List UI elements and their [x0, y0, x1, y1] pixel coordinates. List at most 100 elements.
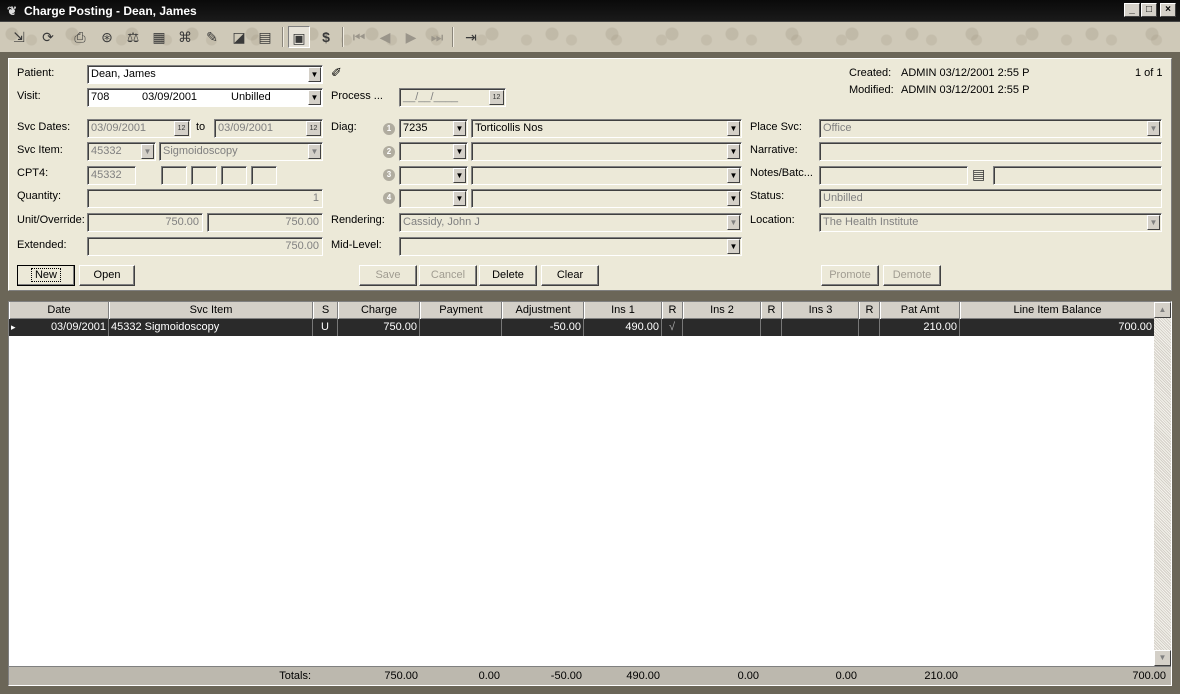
process-date-field[interactable]: __/__/____ 12	[399, 88, 506, 107]
row-ins3	[782, 319, 859, 336]
diag-1-desc-select[interactable]: Torticollis Nos ▼	[471, 119, 742, 138]
clear-button[interactable]: Clear	[541, 265, 599, 286]
print-icon[interactable]: ⎙	[69, 26, 91, 48]
cpt4-modifier-4[interactable]	[251, 166, 277, 185]
promote-button[interactable]: Promote	[821, 265, 879, 286]
quantity-field[interactable]: 1	[87, 189, 323, 208]
unit-price-field[interactable]: 750.00	[87, 213, 203, 232]
column-header-r3[interactable]: R	[859, 302, 880, 319]
chevron-down-icon[interactable]: ▼	[453, 191, 466, 206]
diag-4-code-select[interactable]: ▼	[399, 189, 468, 208]
chevron-down-icon[interactable]: ▼	[727, 144, 740, 159]
cpt4-modifier-2[interactable]	[191, 166, 217, 185]
edit-patient-icon[interactable]: ✐	[331, 65, 342, 81]
cpt4-field[interactable]: 45332	[87, 166, 136, 185]
svc-date-from-field[interactable]: 03/09/2001 12	[87, 119, 191, 138]
calendar-icon[interactable]: 12	[174, 121, 189, 136]
rendering-select[interactable]: Cassidy, John J ▼	[399, 213, 742, 232]
insurance-icon[interactable]: ⌘	[174, 26, 196, 48]
chevron-down-icon[interactable]: ▼	[727, 168, 740, 183]
svc-item-code-select[interactable]: 45332 ▼	[87, 142, 156, 161]
scroll-up-icon[interactable]: ▲	[1154, 302, 1171, 318]
table-row[interactable]: ▸ 03/09/2001 45332 Sigmoidoscopy U 750.0…	[9, 319, 1155, 336]
chevron-down-icon[interactable]: ▼	[308, 90, 321, 105]
next-record-icon[interactable]: ▶	[400, 26, 422, 48]
column-header-r1[interactable]: R	[662, 302, 683, 319]
exit-icon[interactable]: ⇥	[460, 26, 482, 48]
demote-button[interactable]: Demote	[883, 265, 941, 286]
save-button[interactable]: Save	[359, 265, 417, 286]
column-header-r2[interactable]: R	[761, 302, 782, 319]
report-icon[interactable]: ▤	[254, 26, 276, 48]
chevron-down-icon[interactable]: ▼	[727, 191, 740, 206]
column-header-s[interactable]: S	[313, 302, 338, 319]
midlevel-select[interactable]: ▼	[399, 237, 742, 256]
close-button[interactable]: ×	[1160, 3, 1176, 17]
new-button[interactable]: New	[17, 265, 75, 286]
location-select[interactable]: The Health Institute ▼	[819, 213, 1162, 232]
diag-4-desc-select[interactable]: ▼	[471, 189, 742, 208]
diag-1-code-select[interactable]: 7235 ▼	[399, 119, 468, 138]
balance-scale-icon[interactable]: ⚖	[122, 26, 144, 48]
visit-select[interactable]: 708 03/09/2001 Unbilled ▼	[87, 88, 323, 107]
calendar-icon[interactable]: 12	[489, 90, 504, 105]
narrative-field[interactable]	[819, 142, 1162, 161]
chevron-down-icon[interactable]: ▼	[308, 144, 321, 159]
eraser-icon[interactable]: ◪	[228, 26, 250, 48]
chevron-down-icon[interactable]: ▼	[141, 144, 154, 159]
column-header-svc-item[interactable]: Svc Item	[109, 302, 313, 319]
hospital-icon[interactable]: ▦	[148, 26, 170, 48]
place-svc-select[interactable]: Office ▼	[819, 119, 1162, 138]
previous-record-icon[interactable]: ◀	[374, 26, 396, 48]
first-record-icon[interactable]: ⏮	[348, 26, 370, 48]
chevron-down-icon[interactable]: ▼	[1147, 121, 1160, 136]
open-button[interactable]: Open	[79, 265, 135, 286]
svc-item-desc-select[interactable]: Sigmoidoscopy ▼	[159, 142, 323, 161]
svc-date-to-value: 03/09/2001	[218, 122, 274, 134]
calendar-icon[interactable]: 12	[306, 121, 321, 136]
cpt4-modifier-3[interactable]	[221, 166, 247, 185]
chevron-down-icon[interactable]: ▼	[1147, 215, 1160, 230]
chevron-down-icon[interactable]: ▼	[727, 215, 740, 230]
vertical-scrollbar[interactable]: ▲ ▼	[1154, 302, 1171, 666]
diag-3-desc-select[interactable]: ▼	[471, 166, 742, 185]
column-header-line-item-balance[interactable]: Line Item Balance	[960, 302, 1155, 319]
patient-select[interactable]: Dean, James ▼	[87, 65, 323, 84]
column-header-payment[interactable]: Payment	[420, 302, 502, 319]
cpt4-modifier-1[interactable]	[161, 166, 187, 185]
chevron-down-icon[interactable]: ▼	[727, 239, 740, 254]
diag-2-desc-select[interactable]: ▼	[471, 142, 742, 161]
chevron-down-icon[interactable]: ▼	[727, 121, 740, 136]
charge-posting-icon[interactable]: ▣	[288, 26, 310, 48]
last-record-icon[interactable]: ⏭	[426, 26, 448, 48]
cpt4-value: 45332	[91, 169, 122, 181]
scroll-down-icon[interactable]: ▼	[1154, 650, 1171, 666]
column-header-ins3[interactable]: Ins 3	[782, 302, 859, 319]
notes-field[interactable]	[819, 166, 968, 185]
diag-2-code-select[interactable]: ▼	[399, 142, 468, 161]
column-header-adjustment[interactable]: Adjustment	[502, 302, 584, 319]
column-header-ins1[interactable]: Ins 1	[584, 302, 662, 319]
notes-book-icon[interactable]: ▤	[972, 166, 985, 183]
maximize-button[interactable]: □	[1141, 3, 1157, 17]
column-header-pat-amt[interactable]: Pat Amt	[880, 302, 960, 319]
batch-field[interactable]	[993, 166, 1162, 185]
lookup-icon[interactable]: ⊛	[96, 26, 118, 48]
chevron-down-icon[interactable]: ▼	[453, 144, 466, 159]
pen-icon[interactable]: ✎	[201, 26, 223, 48]
svc-date-to-field[interactable]: 03/09/2001 12	[214, 119, 323, 138]
diag-3-code-select[interactable]: ▼	[399, 166, 468, 185]
column-header-ins2[interactable]: Ins 2	[683, 302, 761, 319]
cancel-button[interactable]: Cancel	[419, 265, 477, 286]
delete-button[interactable]: Delete	[479, 265, 537, 286]
override-price-field[interactable]: 750.00	[207, 213, 323, 232]
column-header-charge[interactable]: Charge	[338, 302, 420, 319]
payment-icon[interactable]: $	[315, 26, 337, 48]
column-header-date[interactable]: Date	[9, 302, 109, 319]
minimize-button[interactable]: _	[1124, 3, 1140, 17]
post-icon[interactable]: ⇲	[8, 26, 30, 48]
refresh-icon[interactable]: ⟳	[37, 26, 59, 48]
chevron-down-icon[interactable]: ▼	[308, 67, 321, 82]
chevron-down-icon[interactable]: ▼	[453, 168, 466, 183]
chevron-down-icon[interactable]: ▼	[453, 121, 466, 136]
